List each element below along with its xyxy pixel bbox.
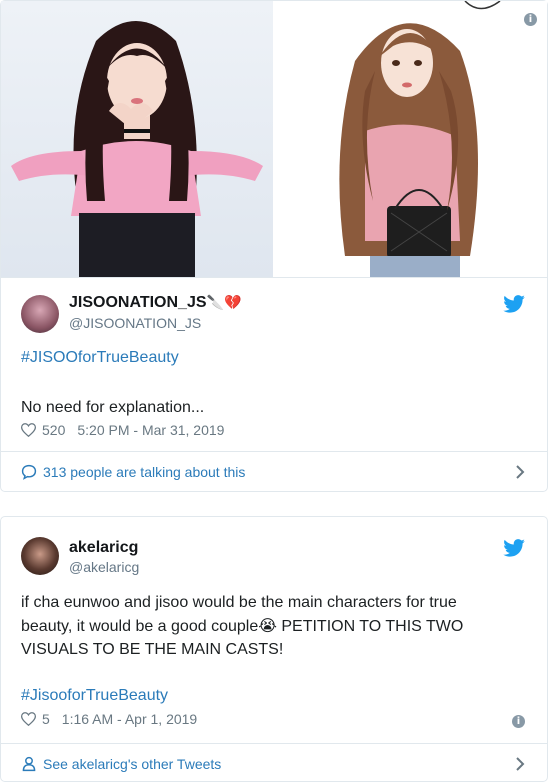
heart-icon[interactable] xyxy=(21,712,36,726)
screen-name[interactable]: @JISOONATION_JS xyxy=(69,315,201,331)
tweet-footer[interactable]: 313 people are talking about this xyxy=(1,451,547,492)
tweet-text: if cha eunwoo and jisoo would be the mai… xyxy=(21,591,511,661)
chevron-right-icon[interactable] xyxy=(515,464,525,480)
display-name[interactable]: JISOONATION_JS🔪💔 xyxy=(69,294,241,312)
photo-webtoon-character[interactable]: i xyxy=(275,1,547,277)
twitter-bird-icon[interactable] xyxy=(503,295,525,313)
info-icon[interactable]: i xyxy=(512,715,525,728)
other-tweets-link[interactable]: See akelaricg's other Tweets xyxy=(43,756,221,772)
display-name-text: JISOONATION_JS xyxy=(69,294,207,311)
info-icon[interactable]: i xyxy=(524,13,537,26)
twitter-bird-icon[interactable] xyxy=(503,539,525,557)
tweet-meta: 520 5:20 PM - Mar 31, 2019 xyxy=(21,422,224,438)
tweet-text: No need for explanation... xyxy=(21,399,205,416)
crying-emoji: 😭 xyxy=(258,616,277,635)
photo-jisoo-illustration xyxy=(11,21,263,277)
like-count[interactable]: 520 xyxy=(42,422,65,438)
display-name[interactable]: akelaricg xyxy=(69,539,138,557)
screen-name[interactable]: @akelaricg xyxy=(69,559,139,575)
timestamp[interactable]: 5:20 PM - Mar 31, 2019 xyxy=(77,422,224,438)
tweet-footer[interactable]: See akelaricg's other Tweets xyxy=(1,743,547,784)
heart-icon[interactable] xyxy=(21,423,36,437)
avatar[interactable] xyxy=(21,295,59,333)
talking-about-link[interactable]: 313 people are talking about this xyxy=(43,464,245,480)
tweet-card-1: i JISOONATION_JS🔪💔 @JISOONATION_JS #JISO… xyxy=(0,0,548,492)
like-count[interactable]: 5 xyxy=(42,711,50,727)
hashtag-link[interactable]: #JisooforTrueBeauty xyxy=(21,687,168,705)
tweet-meta: 5 1:16 AM - Apr 1, 2019 xyxy=(21,711,197,727)
chevron-right-icon[interactable] xyxy=(515,756,525,772)
person-icon xyxy=(22,756,36,772)
tweet-media[interactable]: i xyxy=(1,1,547,278)
timestamp[interactable]: 1:16 AM - Apr 1, 2019 xyxy=(62,711,197,727)
name-emoji: 🔪💔 xyxy=(206,295,242,311)
speech-bubble-icon xyxy=(21,464,37,480)
webtoon-illustration xyxy=(339,1,501,277)
photo-jisoo[interactable] xyxy=(1,1,273,277)
avatar[interactable] xyxy=(21,537,59,575)
tweet-card-2: akelaricg @akelaricg if cha eunwoo and j… xyxy=(0,516,548,782)
hashtag-link[interactable]: #JISOOforTrueBeauty xyxy=(21,349,179,367)
